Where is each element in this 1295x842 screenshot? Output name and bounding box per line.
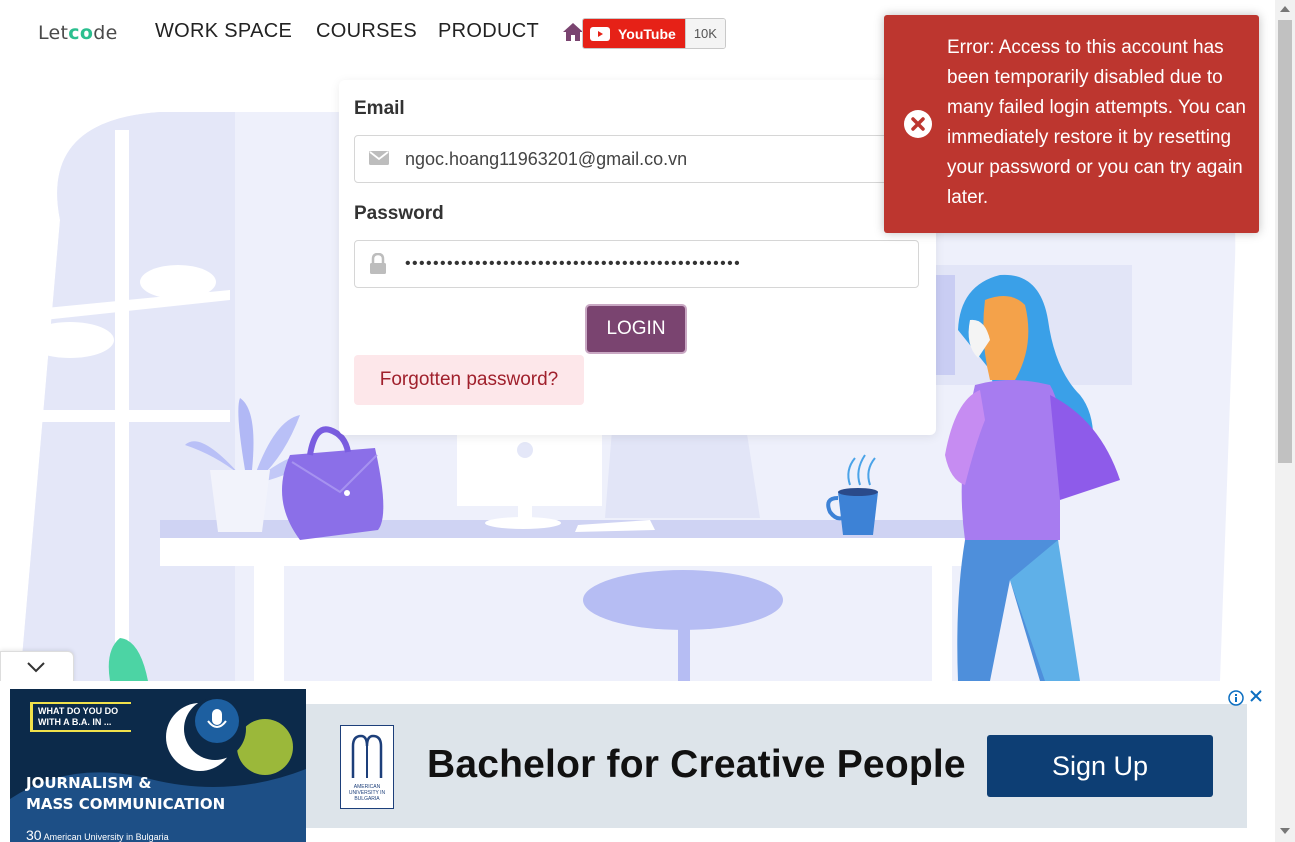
ad-footer-text: American University in Bulgaria — [43, 832, 169, 842]
youtube-play-icon — [590, 26, 610, 41]
ad-sign-up-button[interactable]: Sign Up — [987, 735, 1213, 797]
ad-info-icon[interactable] — [1228, 690, 1244, 711]
ad-promo-panel: WHAT DO YOU DO WITH A B.A. IN ... JOURNA… — [10, 689, 306, 842]
ad-headline-line-2: MASS COMMUNICATION — [26, 795, 226, 813]
ad-footer: 30 American University in Bulgaria — [26, 827, 169, 842]
vertical-scrollbar[interactable] — [1275, 0, 1295, 842]
password-field[interactable]: ••••••••••••••••••••••••••••••••••••••••… — [354, 240, 919, 288]
scroll-down-arrow-icon[interactable] — [1280, 828, 1290, 834]
chevron-down-icon — [27, 662, 45, 673]
email-label: Email — [354, 98, 405, 119]
scroll-thumb[interactable] — [1278, 20, 1292, 463]
site-logo[interactable]: Letcode — [38, 22, 118, 44]
nav-product[interactable]: PRODUCT — [438, 20, 539, 43]
lock-icon — [369, 252, 387, 280]
password-value: ••••••••••••••••••••••••••••••••••••••••… — [405, 255, 742, 272]
email-field[interactable]: ngoc.hoang11963201@gmail.co.vn — [354, 135, 919, 183]
youtube-button[interactable]: YouTube — [583, 19, 685, 48]
youtube-subscribe-badge[interactable]: YouTube 10K — [582, 18, 726, 49]
youtube-subscriber-count: 10K — [684, 19, 725, 48]
ad-headline: JOURNALISM & MASS COMMUNICATION — [26, 773, 225, 815]
error-toast[interactable]: Error: Access to this account has been t… — [884, 15, 1259, 233]
logo-text-de: de — [93, 22, 118, 44]
logo-text-let: Let — [38, 22, 69, 44]
ad-anniversary: 30 — [26, 827, 42, 842]
ad-collapse-toggle[interactable] — [0, 651, 74, 683]
login-button[interactable]: LOGIN — [585, 304, 687, 354]
password-label: Password — [354, 203, 444, 224]
envelope-icon — [369, 150, 389, 171]
ad-title: Bachelor for Creative People — [427, 743, 966, 786]
ad-close-icon[interactable] — [1249, 687, 1263, 708]
ad-main-panel[interactable]: AMERICAN UNIVERSITY IN BULGARIA Bachelor… — [306, 704, 1247, 828]
home-icon[interactable] — [562, 22, 584, 47]
error-message: Error: Access to this account has been t… — [947, 37, 1246, 208]
nav-workspace[interactable]: WORK SPACE — [155, 20, 292, 43]
login-card: Email ngoc.hoang11963201@gmail.co.vn Pas… — [339, 80, 936, 435]
email-value: ngoc.hoang11963201@gmail.co.vn — [405, 149, 688, 169]
aubg-logo: AMERICAN UNIVERSITY IN BULGARIA — [340, 725, 394, 809]
ad-decoration — [10, 698, 306, 842]
logo-text-co: co — [68, 22, 94, 44]
nav-courses[interactable]: COURSES — [316, 20, 417, 43]
scroll-up-arrow-icon[interactable] — [1280, 6, 1290, 12]
ad-banner[interactable]: WHAT DO YOU DO WITH A B.A. IN ... JOURNA… — [0, 681, 1275, 842]
error-circle-icon — [903, 109, 933, 144]
youtube-label: YouTube — [618, 25, 676, 42]
forgot-password-link[interactable]: Forgotten password? — [354, 355, 584, 405]
aubg-logo-text: AMERICAN UNIVERSITY IN BULGARIA — [348, 784, 386, 802]
ad-headline-line-1: JOURNALISM & — [26, 774, 152, 792]
